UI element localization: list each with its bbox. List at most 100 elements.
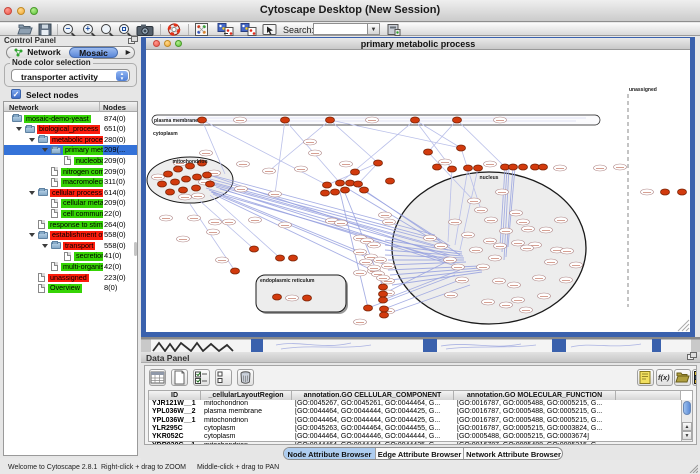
tree-expander-icon[interactable] xyxy=(42,148,48,152)
table-column-header[interactable]: annotation.GO MOLECULAR_FUNCTION xyxy=(454,391,616,400)
network-node[interactable] xyxy=(198,117,207,123)
table-cell[interactable]: mitochondrion xyxy=(201,417,292,425)
tree-row[interactable]: unassigned223(0) xyxy=(4,272,137,283)
network-node[interactable] xyxy=(354,181,363,187)
network-node[interactable] xyxy=(321,190,330,196)
float-panel-icon[interactable] xyxy=(128,38,135,44)
network-node[interactable] xyxy=(411,117,420,123)
network-node[interactable] xyxy=(360,187,369,193)
tree-row-label[interactable]: transport xyxy=(63,242,95,251)
network-node[interactable] xyxy=(179,187,188,193)
table-cell[interactable]: plasma membrane xyxy=(201,408,292,416)
network-node[interactable] xyxy=(539,164,548,170)
network-canvas[interactable]: plasma membranecytoplasmmitochondrionnuc… xyxy=(146,50,690,332)
tree-row-label[interactable]: cellular process xyxy=(50,189,103,198)
table-cell[interactable]: mitochondrion xyxy=(201,400,292,408)
heatmap-icon[interactable] xyxy=(692,369,697,386)
table-cell[interactable]: [GO:0005488, GO:0005215, GO:0003674] xyxy=(454,433,616,441)
network-node[interactable] xyxy=(158,181,167,187)
network-node[interactable] xyxy=(433,164,442,170)
tree-expander-icon[interactable] xyxy=(29,191,35,195)
network-node[interactable] xyxy=(678,189,687,195)
network-node[interactable] xyxy=(289,255,298,261)
tree-row[interactable]: mosaic-demo-yeast874(0) xyxy=(4,113,137,124)
open-file-icon[interactable] xyxy=(17,23,34,36)
tree-row-label[interactable]: metabolic process xyxy=(50,136,103,145)
network-node[interactable] xyxy=(453,117,462,123)
tab-node-attribute-browser[interactable]: Node Attribute Browser xyxy=(284,448,376,460)
search-input[interactable] xyxy=(313,23,368,35)
resize-grip[interactable] xyxy=(686,328,689,331)
tree-row-label[interactable]: response to stimulu xyxy=(48,221,103,230)
snapshot-camera-icon[interactable] xyxy=(136,23,154,36)
annotation-note-icon[interactable] xyxy=(637,369,654,386)
paste-layout-icon[interactable] xyxy=(240,23,257,36)
table-column-header[interactable]: annotation.GO CELLULAR_COMPONENT xyxy=(292,391,454,400)
select-nodes-checkbox[interactable]: ✓ xyxy=(11,89,21,99)
import-table-icon[interactable] xyxy=(674,369,691,386)
table-cell[interactable]: [GO:0045263, GO:0044464, GO:0044455, G..… xyxy=(292,425,454,433)
tree-row-label[interactable]: multi-organism pro xyxy=(61,263,103,272)
copy-layout-icon[interactable] xyxy=(217,23,234,36)
network-node[interactable] xyxy=(379,297,388,303)
network-node[interactable] xyxy=(509,164,518,170)
tree-row[interactable]: establishment of lo558(0) xyxy=(4,230,137,241)
table-cell[interactable]: mitochondrion xyxy=(201,442,292,446)
tree-row-label[interactable]: mosaic-demo-yeast xyxy=(24,115,91,124)
zoom-fit-icon[interactable] xyxy=(119,24,129,34)
help-lifering-icon[interactable] xyxy=(167,23,181,36)
table-scrollbar[interactable]: ▲▼ xyxy=(681,400,692,441)
network-node[interactable] xyxy=(303,295,312,301)
tree-row-label[interactable]: Overview xyxy=(48,284,82,293)
tree-row[interactable]: Overview8(0) xyxy=(4,283,137,294)
network-node[interactable] xyxy=(351,169,360,175)
table-cell[interactable]: [GO:0044464, GO:0044444, GO:0044425, G..… xyxy=(292,408,454,416)
network-node[interactable] xyxy=(174,166,183,172)
scroll-down-icon[interactable]: ▼ xyxy=(682,431,692,440)
tree-row[interactable]: response to stimulu264(0) xyxy=(4,219,137,230)
network-node[interactable] xyxy=(326,117,335,123)
attribute-select-icon[interactable] xyxy=(149,369,166,386)
network-node[interactable] xyxy=(424,149,433,155)
table-cell[interactable]: cytoplasm xyxy=(201,433,292,441)
tree-row[interactable]: metabolic process280(0) xyxy=(4,134,137,145)
tree-row[interactable]: nucleobase-209(0) xyxy=(4,155,137,166)
network-node[interactable] xyxy=(379,291,388,297)
unselect-attributes-icon[interactable] xyxy=(215,369,232,386)
tree-row-label[interactable]: biological_process xyxy=(37,125,100,134)
network-node[interactable] xyxy=(164,171,173,177)
network-window-title-bar[interactable]: primary metabolic process xyxy=(146,38,690,50)
dropdown-stepper-icon[interactable]: ▲▼ xyxy=(116,71,128,81)
table-cell[interactable]: YJR121W__1 xyxy=(149,400,201,408)
table-cell[interactable]: [GO:0016787, GO:0005488, GO:0005215, G..… xyxy=(454,400,616,408)
table-cell[interactable]: YPL036W__2 xyxy=(149,408,201,416)
table-column-header[interactable]: ID xyxy=(149,391,201,400)
tree-row-label[interactable]: nitrogen compo xyxy=(61,168,103,177)
tree-expander-icon[interactable] xyxy=(42,244,48,248)
table-cell[interactable]: [GO:0044464, GO:0044444, GO:0044425, G..… xyxy=(292,442,454,446)
network-node[interactable] xyxy=(661,189,670,195)
network-node[interactable] xyxy=(457,145,466,151)
network-node[interactable] xyxy=(276,255,285,261)
node-color-dropdown[interactable]: transporter activity ▲▼ xyxy=(11,69,130,82)
network-node[interactable] xyxy=(182,176,191,182)
tree-row-label[interactable]: nucleobase- xyxy=(74,157,103,166)
network-node[interactable] xyxy=(250,246,259,252)
new-attribute-icon[interactable] xyxy=(171,369,188,386)
search-dropdown-arrow[interactable]: ▼ xyxy=(368,23,380,35)
network-node[interactable] xyxy=(206,181,215,187)
network-node[interactable] xyxy=(166,189,175,195)
tab-network[interactable]: Network xyxy=(11,47,67,58)
select-attributes-icon[interactable] xyxy=(193,369,210,386)
tree-scrollbar-thumb[interactable] xyxy=(134,242,137,256)
tree-row-label[interactable]: secretion xyxy=(74,252,103,261)
network-node[interactable] xyxy=(364,305,373,311)
network-node[interactable] xyxy=(380,306,389,312)
tree-row[interactable]: transport558(0) xyxy=(4,240,137,251)
tree-expander-icon[interactable] xyxy=(16,127,22,131)
tab-edge-attribute-browser[interactable]: Edge Attribute Browser xyxy=(376,448,464,460)
network-overview-icon[interactable] xyxy=(195,23,208,36)
tree-expander-icon[interactable] xyxy=(29,233,35,237)
tree-row[interactable]: nitrogen compo209(0) xyxy=(4,166,137,177)
tree-row[interactable]: macromolecule311(0) xyxy=(4,177,137,188)
